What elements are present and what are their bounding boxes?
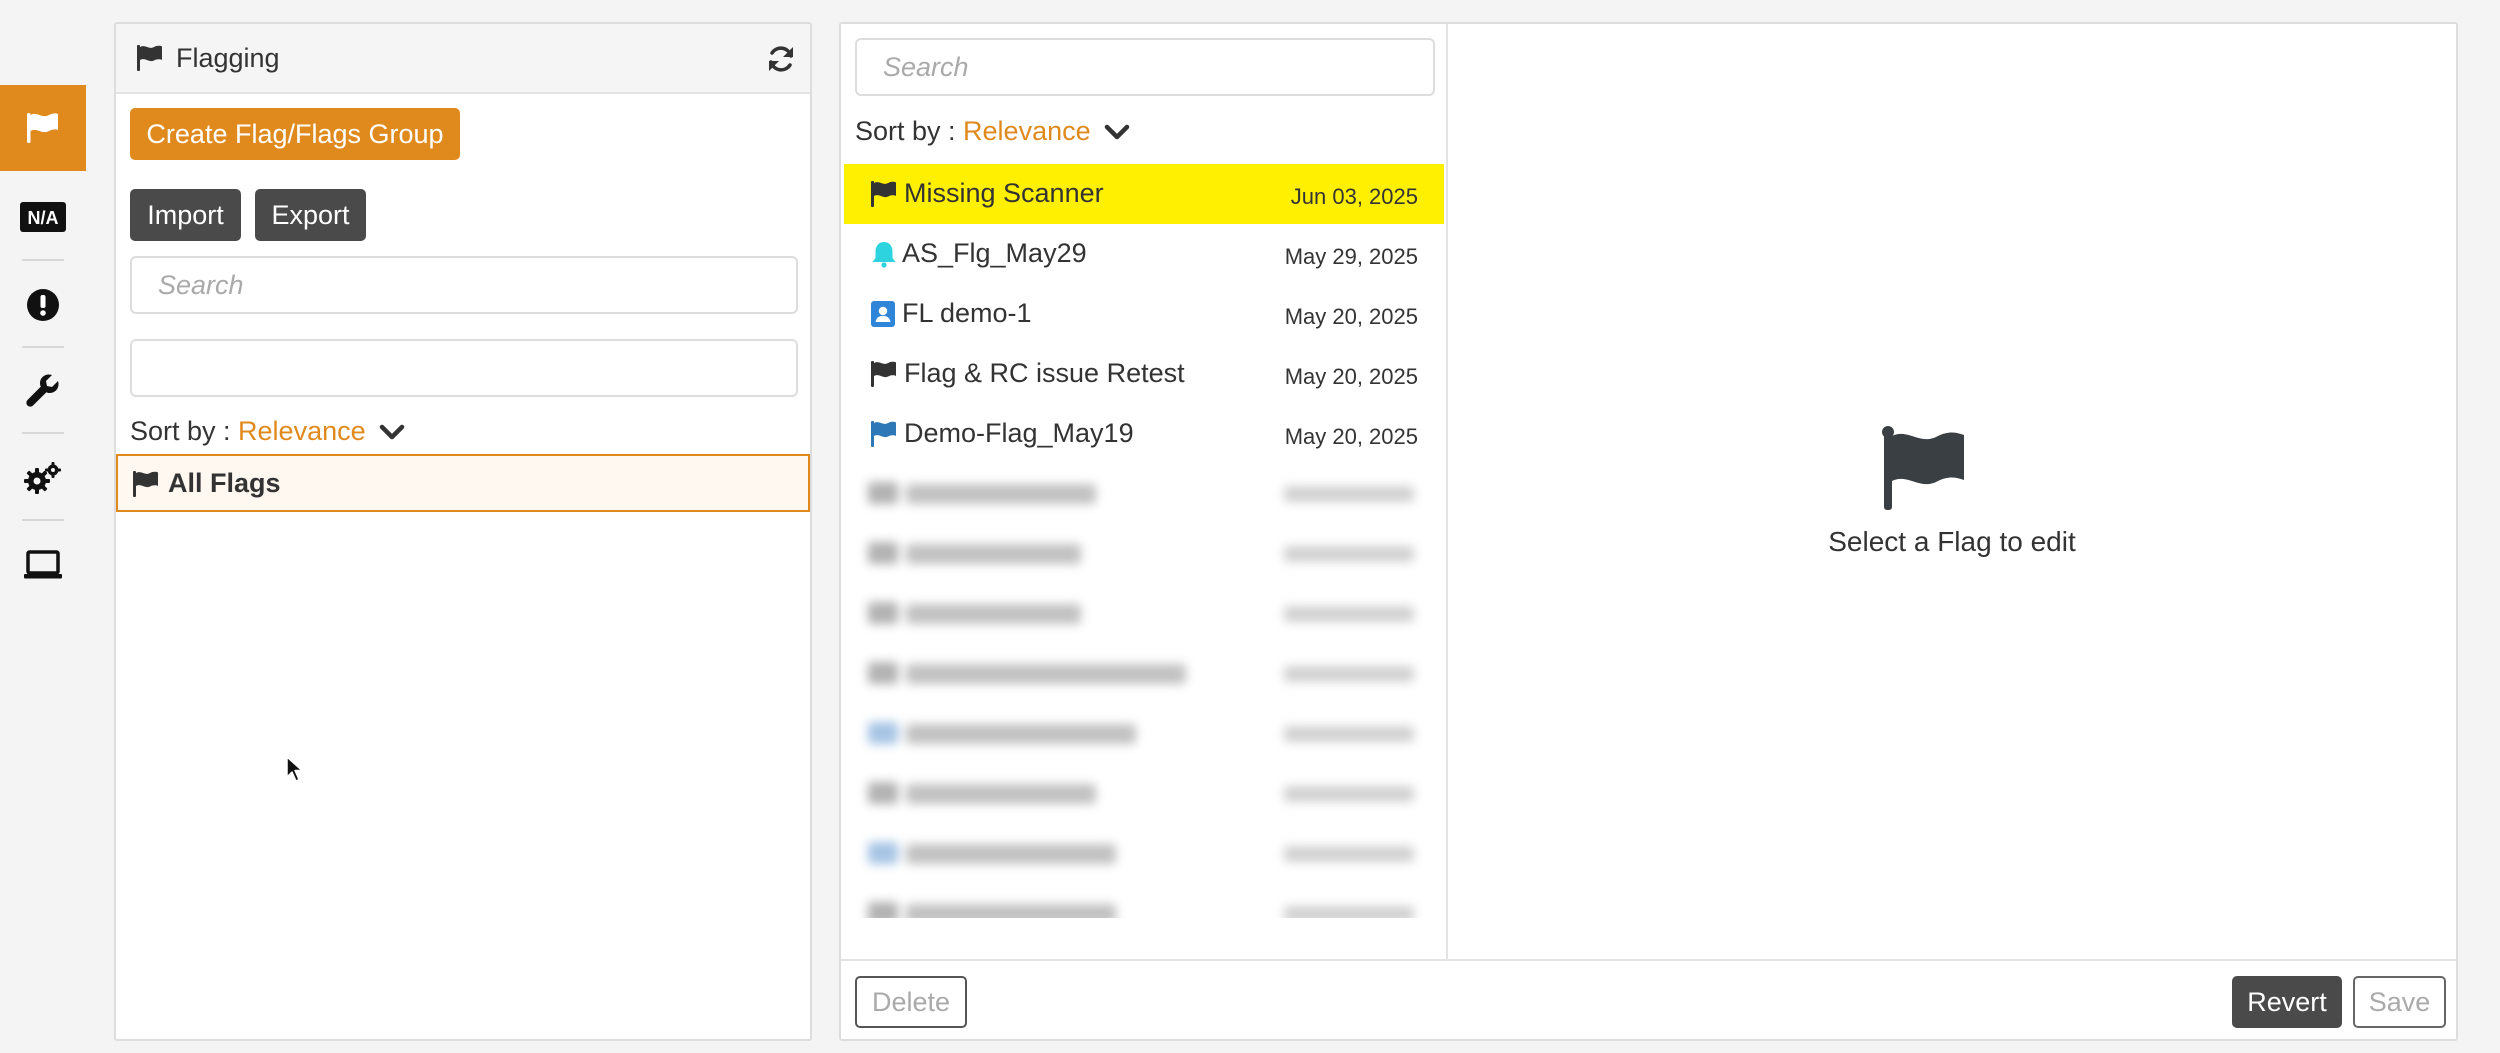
flag-list-item[interactable]: Demo-Flag_May19 May 20, 2025 [844,404,1444,464]
sidebar-item-alerts[interactable] [0,262,86,348]
sidebar-divider [22,259,64,261]
sort-value[interactable]: Relevance [238,416,366,446]
flag-list-item-blurred[interactable] [844,824,1444,884]
gears-icon [24,462,61,494]
sort-label: Sort by : [130,416,239,446]
flag-name: AS_Flg_May29 [902,238,1087,268]
contact-card-icon [871,301,895,327]
wrench-icon [26,374,59,407]
flag-list-column: Search Sort by : Relevance Missing Scann… [841,24,1448,959]
bell-icon [872,242,896,268]
editor-placeholder: Select a Flag to edit [1448,24,2456,959]
chevron-down-icon[interactable] [1104,122,1130,142]
flag-list-item-blurred[interactable] [844,464,1444,524]
flag-list-item-blurred[interactable] [844,884,1444,918]
revert-button[interactable]: Revert [2232,976,2342,1028]
flag-icon [871,421,896,447]
flag-list-item-blurred[interactable] [844,644,1444,704]
svg-text:N/A: N/A [28,208,59,228]
save-button[interactable]: Save [2353,976,2446,1028]
sidebar-item-na[interactable]: N/A [0,174,86,260]
flag-date: May 20, 2025 [1284,364,1418,389]
flag-date: May 29, 2025 [1284,244,1418,269]
laptop-icon [24,550,62,579]
tree-item-all-flags[interactable]: All Flags [116,454,810,512]
export-button[interactable]: Export [255,189,366,241]
chevron-down-icon[interactable] [379,422,405,442]
flag-date: Jun 03, 2025 [1290,184,1418,209]
flag-name: FL demo-1 [902,298,1032,328]
flag-icon [137,45,162,71]
flag-sort-control[interactable]: Sort by : Relevance [855,116,1130,147]
sidebar-item-tools[interactable] [0,348,86,434]
sidebar: N/A [0,0,86,1053]
na-icon: N/A [20,202,66,232]
flag-date: May 20, 2025 [1284,304,1418,329]
flag-editor-panel: Search Sort by : Relevance Missing Scann… [839,22,2458,1041]
sort-control[interactable]: Sort by : Relevance [130,416,405,447]
alert-circle-icon [27,289,59,321]
flag-list-item[interactable]: FL demo-1 May 20, 2025 [844,284,1444,344]
create-flag-group-button[interactable]: Create Flag/Flags Group [130,108,460,160]
flag-list-item-blurred[interactable] [844,764,1444,824]
sidebar-divider [22,519,64,521]
import-button[interactable]: Import [130,189,241,241]
flag-list: Missing Scanner Jun 03, 2025 AS_Flg_May2… [844,164,1444,918]
sort-value[interactable]: Relevance [963,116,1091,146]
action-bar: Delete Revert Save [841,959,2456,1039]
flag-list-item-blurred[interactable] [844,584,1444,644]
sidebar-item-display[interactable] [0,522,86,608]
sidebar-item-flagging[interactable] [0,85,86,171]
flag-name: Flag & RC issue Retest [904,358,1185,388]
panel-title: Flagging [176,43,280,73]
flag-list-item[interactable]: AS_Flg_May29 May 29, 2025 [844,224,1444,284]
flag-list-item[interactable]: Flag & RC issue Retest May 20, 2025 [844,344,1444,404]
flag-date: May 20, 2025 [1284,424,1418,449]
flag-name: Missing Scanner [904,178,1104,208]
sidebar-item-settings[interactable] [0,435,86,521]
flag-icon [871,361,896,387]
flag-groups-panel: Flagging Create Flag/Flags Group Import … [114,22,812,1041]
flag-search-input[interactable]: Search [855,38,1435,96]
flag-icon [133,471,158,497]
filter-input[interactable] [130,339,798,397]
flag-icon [27,113,58,143]
placeholder-text: Select a Flag to edit [1828,526,2076,557]
refresh-icon[interactable] [766,44,796,74]
tree-item-label: All Flags [168,468,281,498]
search-input[interactable]: Search [130,256,798,314]
flag-list-item[interactable]: Missing Scanner Jun 03, 2025 [844,164,1444,224]
flag-list-item-blurred[interactable] [844,524,1444,584]
sort-label: Sort by : [855,116,964,146]
panel-header: Flagging [116,24,810,94]
flag-list-item-blurred[interactable] [844,704,1444,764]
flag-icon [1882,426,1964,510]
flag-icon [871,181,896,207]
flag-name: Demo-Flag_May19 [904,418,1134,448]
sidebar-divider [22,432,64,434]
mouse-cursor-icon [286,756,303,782]
delete-button[interactable]: Delete [855,976,967,1028]
